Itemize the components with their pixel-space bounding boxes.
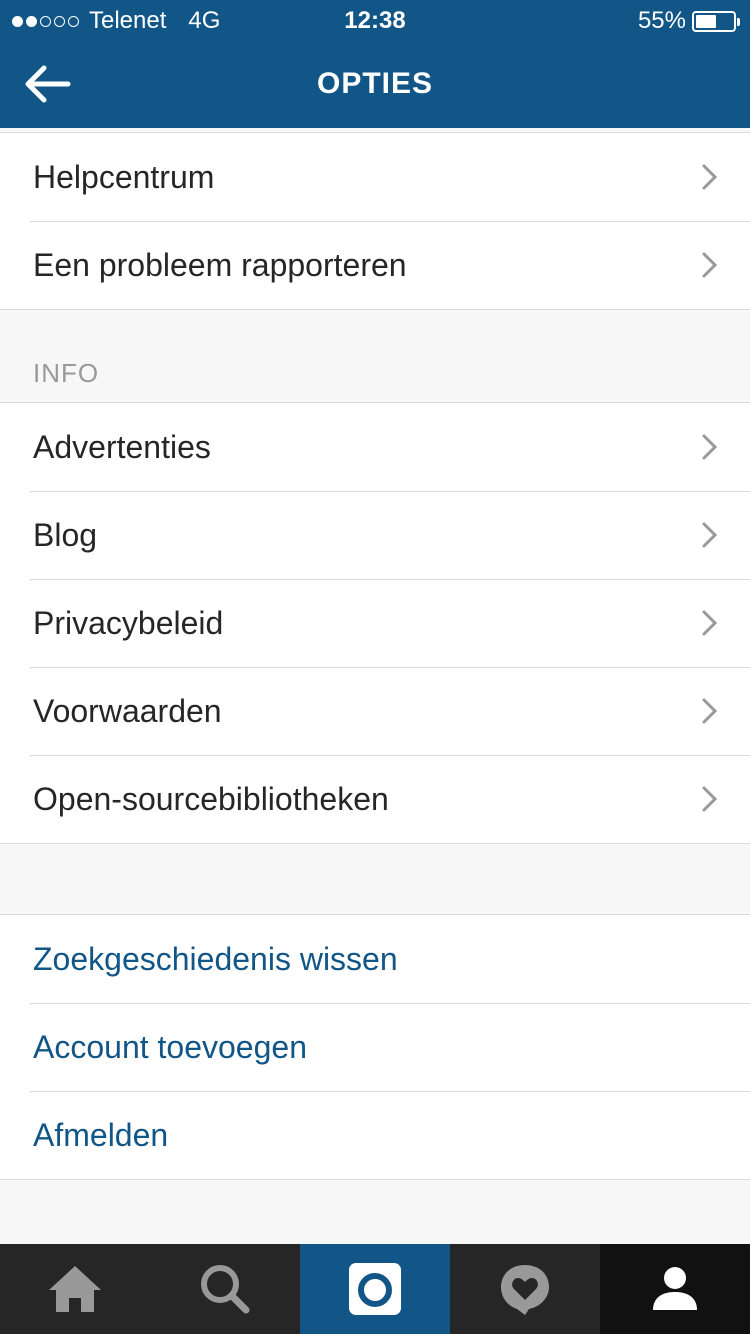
list-item-advertenties[interactable]: Advertenties — [0, 403, 750, 491]
app-header: Telenet 4G 12:38 55% OPTIES — [0, 0, 750, 128]
tab-bar — [0, 1244, 750, 1334]
profile-icon — [653, 1267, 697, 1310]
list-item-blog[interactable]: Blog — [0, 491, 750, 579]
list-item-label: Voorwaarden — [33, 692, 222, 729]
list-item-label: Open-sourcebibliotheken — [33, 780, 389, 817]
status-right: 55% — [637, 7, 740, 35]
list-item-label: Advertenties — [33, 428, 211, 465]
battery-fill — [696, 14, 716, 28]
tab-home[interactable] — [0, 1244, 150, 1334]
home-icon — [49, 1266, 101, 1312]
tab-activity[interactable] — [450, 1244, 600, 1334]
chevron-right-icon — [702, 698, 718, 724]
battery-icon — [692, 10, 740, 32]
support-list: Helpcentrum Een probleem rapporteren — [0, 132, 750, 310]
activity-heart-icon — [501, 1265, 549, 1315]
action-label: Afmelden — [33, 1116, 169, 1153]
chevron-right-icon — [702, 434, 718, 460]
camera-icon — [349, 1263, 401, 1315]
list-item-label: Een probleem rapporteren — [33, 246, 407, 283]
logout-button[interactable]: Afmelden — [0, 1091, 750, 1179]
battery-percent: 55% — [637, 7, 686, 34]
list-item-helpcentrum[interactable]: Helpcentrum — [0, 133, 750, 221]
action-label: Account toevoegen — [33, 1028, 307, 1065]
chevron-right-icon — [702, 164, 718, 190]
tab-search[interactable] — [150, 1244, 300, 1334]
list-item-open-source[interactable]: Open-sourcebibliotheken — [0, 755, 750, 843]
add-account-button[interactable]: Account toevoegen — [0, 1003, 750, 1091]
action-label: Zoekgeschiedenis wissen — [33, 940, 398, 977]
actions-list: Zoekgeschiedenis wissen Account toevoege… — [0, 914, 750, 1180]
tab-camera[interactable] — [300, 1244, 450, 1334]
chevron-right-icon — [702, 786, 718, 812]
list-item-voorwaarden[interactable]: Voorwaarden — [0, 667, 750, 755]
list-item-label: Helpcentrum — [33, 158, 215, 195]
clear-search-history-button[interactable]: Zoekgeschiedenis wissen — [0, 915, 750, 1003]
nav-bar: OPTIES — [0, 40, 750, 128]
chevron-right-icon — [702, 252, 718, 278]
list-item-label: Privacybeleid — [33, 604, 224, 641]
info-list: Advertenties Blog Privacybeleid Voorwaar… — [0, 402, 750, 844]
list-item-privacybeleid[interactable]: Privacybeleid — [0, 579, 750, 667]
list-item-label: Blog — [33, 516, 98, 553]
page-title: OPTIES — [316, 67, 434, 100]
search-icon — [201, 1265, 250, 1314]
chevron-right-icon — [702, 610, 718, 636]
tab-profile[interactable] — [600, 1244, 750, 1334]
section-header-info: INFO — [33, 358, 100, 388]
chevron-right-icon — [702, 522, 718, 548]
status-bar: Telenet 4G 12:38 55% — [0, 0, 750, 40]
list-item-report-problem[interactable]: Een probleem rapporteren — [0, 221, 750, 309]
